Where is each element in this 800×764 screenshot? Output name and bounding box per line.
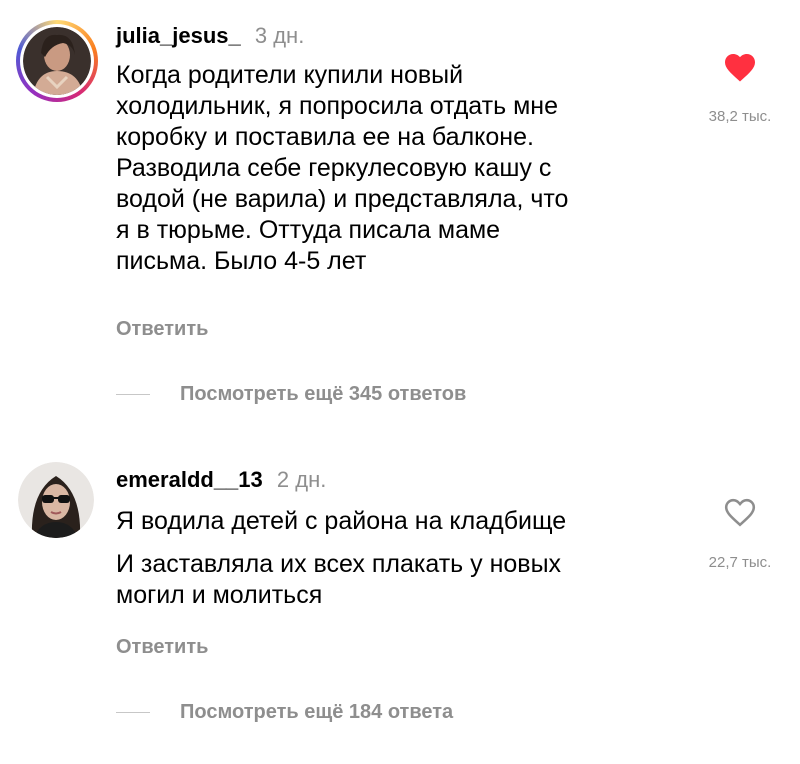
comment-line: Когда родители купили новый bbox=[116, 61, 464, 89]
username[interactable]: emeraldd__13 bbox=[116, 467, 263, 492]
view-more-replies-label: Посмотреть ещё 184 ответа bbox=[180, 701, 454, 723]
avatar-border bbox=[20, 24, 94, 98]
comment-line: Разводила себе геркулесовую кашу с bbox=[116, 154, 552, 182]
like-count: 22,7 тыс. bbox=[708, 554, 772, 571]
view-more-replies[interactable]: Посмотреть ещё 345 ответов bbox=[116, 383, 466, 406]
comment-text: Когда родители купили новый холодильник,… bbox=[116, 60, 568, 277]
reply-button[interactable]: Ответить bbox=[116, 636, 208, 659]
view-more-replies-label: Посмотреть ещё 345 ответов bbox=[180, 383, 467, 405]
heart-outline-icon[interactable] bbox=[722, 494, 758, 528]
comment-line: письма. Было 4-5 лет bbox=[116, 247, 367, 275]
view-more-replies[interactable]: Посмотреть ещё 184 ответа bbox=[116, 701, 453, 724]
avatar-photo bbox=[23, 27, 91, 95]
avatar[interactable] bbox=[18, 462, 94, 543]
comment-meta: julia_jesus_ 3 дн. bbox=[116, 22, 304, 50]
username[interactable]: julia_jesus_ bbox=[116, 23, 241, 48]
timestamp: 3 дн. bbox=[254, 23, 305, 48]
divider-line bbox=[116, 394, 150, 395]
avatar[interactable] bbox=[16, 20, 98, 102]
comment-meta: emeraldd__13 2 дн. bbox=[116, 466, 326, 494]
comment-item: emeraldd__13 2 дн. Я водила детей с райо… bbox=[0, 440, 800, 760]
divider-line bbox=[116, 712, 150, 713]
comment-line: я в тюрьме. Оттуда писала маме bbox=[116, 216, 501, 244]
like-count: 38,2 тыс. bbox=[708, 108, 772, 125]
comment-line: коробку и поставила ее на балконе. bbox=[116, 123, 534, 151]
heart-filled-icon[interactable] bbox=[722, 49, 758, 83]
comment-line: могил и молиться bbox=[116, 581, 323, 609]
comment-text: Я водила детей с района на кладбище И за… bbox=[116, 506, 566, 611]
reply-button[interactable]: Ответить bbox=[116, 318, 208, 341]
timestamp: 2 дн. bbox=[276, 467, 327, 492]
comment-line: Я водила детей с района на кладбище bbox=[116, 507, 567, 535]
comment-line: И заставляла их всех плакать у новых bbox=[116, 550, 562, 578]
comment-line: водой (не варила) и представляла, что bbox=[116, 185, 569, 213]
avatar-photo bbox=[18, 462, 94, 538]
comment-item: julia_jesus_ 3 дн. Когда родители купили… bbox=[0, 0, 800, 430]
comment-line: холодильник, я попросила отдать мне bbox=[116, 92, 558, 120]
